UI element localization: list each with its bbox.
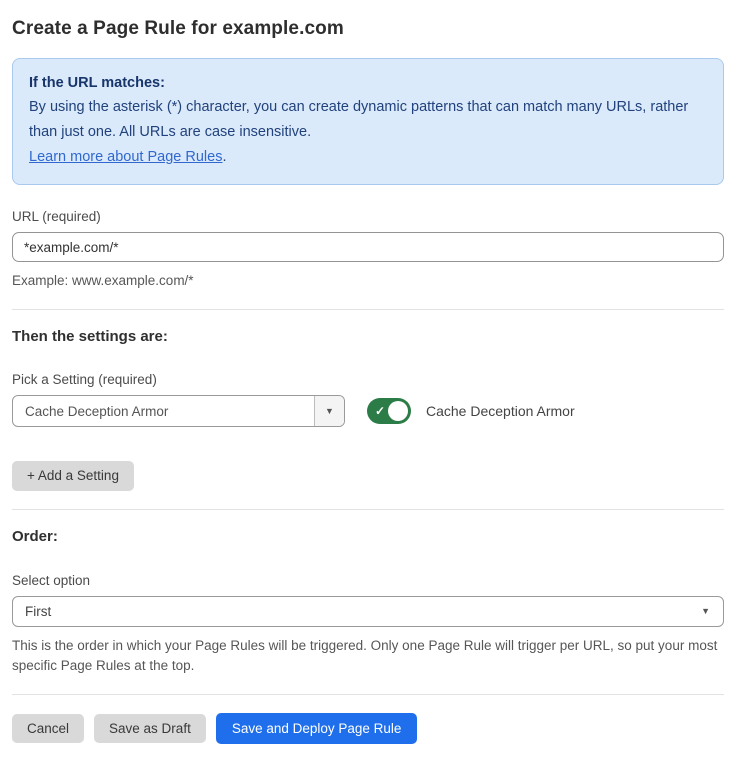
setting-select-arrow-button[interactable]: ▼ — [314, 396, 344, 426]
footer-actions: Cancel Save as Draft Save and Deploy Pag… — [12, 713, 724, 745]
cancel-button[interactable]: Cancel — [12, 714, 84, 744]
setting-toggle[interactable]: ✓ — [367, 398, 411, 424]
divider — [12, 309, 724, 310]
url-label: URL (required) — [12, 209, 724, 224]
order-select-arrow: ▼ — [701, 597, 723, 626]
link-period: . — [222, 149, 226, 165]
page-title: Create a Page Rule for example.com — [12, 18, 724, 40]
order-helper-text: This is the order in which your Page Rul… — [12, 636, 724, 676]
order-select-value: First — [13, 597, 701, 626]
save-deploy-button[interactable]: Save and Deploy Page Rule — [216, 713, 418, 745]
divider — [12, 694, 724, 695]
order-select[interactable]: First ▼ — [12, 596, 724, 627]
setting-row: Cache Deception Armor ▼ ✓ Cache Deceptio… — [12, 395, 724, 427]
url-input[interactable] — [12, 232, 724, 262]
settings-section-heading: Then the settings are: — [12, 328, 724, 345]
info-box-heading: If the URL matches: — [29, 71, 707, 95]
info-box-body: By using the asterisk (*) character, you… — [29, 95, 701, 145]
setting-picker-label: Pick a Setting (required) — [12, 372, 724, 387]
order-section-heading: Order: — [12, 528, 724, 545]
setting-select[interactable]: Cache Deception Armor ▼ — [12, 395, 345, 427]
page-rule-form: Create a Page Rule for example.com If th… — [0, 0, 750, 764]
toggle-setting-label: Cache Deception Armor — [426, 403, 575, 419]
learn-more-link[interactable]: Learn more about Page Rules — [29, 149, 222, 165]
chevron-down-icon: ▼ — [325, 407, 334, 416]
order-select-label: Select option — [12, 573, 724, 588]
save-draft-button[interactable]: Save as Draft — [94, 714, 206, 744]
info-link-line: Learn more about Page Rules. — [29, 145, 707, 170]
check-icon: ✓ — [375, 404, 385, 418]
url-match-info-box: If the URL matches: By using the asteris… — [12, 58, 724, 185]
setting-select-value: Cache Deception Armor — [13, 396, 314, 426]
divider — [12, 509, 724, 510]
toggle-knob — [388, 401, 408, 421]
chevron-down-icon: ▼ — [701, 607, 710, 616]
url-helper-text: Example: www.example.com/* — [12, 271, 724, 291]
add-setting-button[interactable]: + Add a Setting — [12, 461, 134, 491]
